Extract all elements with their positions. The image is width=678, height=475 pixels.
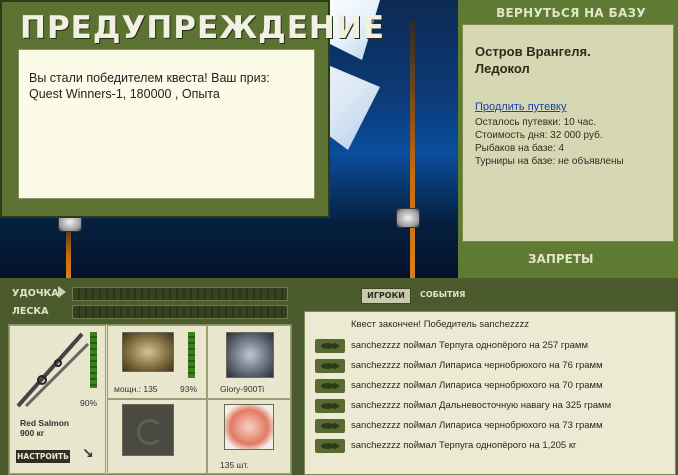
dialog-title: ПРЕДУПРЕЖДЕНИЕ xyxy=(20,10,385,46)
tab-events[interactable]: СОБЫТИЯ xyxy=(420,290,465,299)
base-name: Остров Врангеля. Ледокол xyxy=(475,43,591,77)
dialog-message: Вы стали победителем квеста! Ваш приз: Q… xyxy=(18,49,315,199)
events-log: Квест закончен! Победитель sanchezzzz sa… xyxy=(304,311,676,475)
adjust-button[interactable]: НАСТРОИТЬ xyxy=(16,450,70,463)
reel-power: мощн.: 135 xyxy=(114,384,158,394)
reel-right xyxy=(396,208,420,228)
line-tension-label: ЛЕСКА xyxy=(12,306,49,317)
tension-pointer-icon xyxy=(58,286,66,298)
base-info-box: Остров Врангеля. Ледокол Продлить путевк… xyxy=(462,24,674,242)
fishing-rod-right[interactable] xyxy=(410,20,415,278)
line-name: Glory-900Ti xyxy=(220,384,265,394)
rod-slot[interactable]: 90% Red Salmon 900 кг НАСТРОИТЬ ↘ xyxy=(9,325,106,474)
base-name-line2: Ледокол xyxy=(475,61,530,76)
reel-condition: 93% xyxy=(180,384,198,394)
refresh-icon xyxy=(137,419,163,445)
reel-icon xyxy=(122,332,174,372)
base-name-line1: Остров Врангеля. xyxy=(475,44,591,59)
fish-icon xyxy=(315,379,345,393)
events-panel: ИГРОКИ СОБЫТИЯ Квест закончен! Победител… xyxy=(298,278,678,475)
extend-trip-link[interactable]: Продлить путевку xyxy=(475,101,566,113)
base-info-panel: ВЕРНУТЬСЯ НА БАЗУ Остров Врангеля. Ледок… xyxy=(458,0,678,278)
catch-message: sanchezzzz поймал Липариса чернобрюхого … xyxy=(351,380,603,391)
fish-icon xyxy=(315,339,345,353)
catch-message: sanchezzzz поймал Липариса чернобрюхого … xyxy=(351,420,603,431)
catch-message: sanchezzzz поймал Терпуга однопёрого на … xyxy=(351,340,588,351)
shrimp-bait-icon xyxy=(224,404,274,450)
info-day-cost: Стоимость дня: 32 000 руб. xyxy=(475,130,603,141)
fish-icon xyxy=(315,359,345,373)
bait-count: 135 шт. xyxy=(220,460,249,470)
return-to-base-button[interactable]: ВЕРНУТЬСЯ НА БАЗУ xyxy=(466,2,676,22)
line-tension-meter xyxy=(72,305,288,319)
bait-slot[interactable]: 135 шт. xyxy=(207,399,291,474)
reel-slot[interactable]: мощн.: 135 93% xyxy=(107,325,207,399)
tackle-panel: УДОЧКА ЛЕСКА 90% Red Salmon 900 кг НАСТР… xyxy=(0,278,296,475)
info-remaining: Осталось путевки: 10 час. xyxy=(475,117,597,128)
catch-message: sanchezzzz поймал Дальневосточную навагу… xyxy=(351,400,612,411)
line-slot[interactable]: Glory-900Ti xyxy=(207,325,291,399)
fish-icon xyxy=(315,419,345,433)
fish-icon xyxy=(315,439,345,453)
warning-dialog: ПРЕДУПРЕЖДЕНИЕ Вы стали победителем квес… xyxy=(0,0,384,218)
fish-icon xyxy=(315,399,345,413)
rod-tension-meter xyxy=(72,287,288,301)
rod-weight: 900 кг xyxy=(20,428,45,438)
rod-name: Red Salmon xyxy=(20,418,70,428)
catch-message: sanchezzzz поймал Липариса чернобрюхого … xyxy=(351,360,603,371)
info-tournaments: Турниры на базе: не объявлены xyxy=(475,156,624,167)
arrow-icon[interactable]: ↘ xyxy=(82,446,94,462)
empty-slot[interactable] xyxy=(107,399,207,474)
reel-condition-bar xyxy=(188,332,195,378)
rod-tension-label: УДОЧКА xyxy=(12,288,59,299)
empty-slot-icon xyxy=(122,404,174,456)
rod-condition-bar xyxy=(90,332,97,388)
rod-condition: 90% xyxy=(80,398,98,408)
line-spool-icon xyxy=(226,332,274,378)
info-anglers: Рыбаков на базе: 4 xyxy=(475,143,565,154)
bans-button[interactable]: ЗАПРЕТЫ xyxy=(528,252,593,266)
tackle-grid: 90% Red Salmon 900 кг НАСТРОИТЬ ↘ мощн.:… xyxy=(8,324,292,475)
catch-message: sanchezzzz поймал Терпуга однопёрого на … xyxy=(351,440,577,451)
quest-finished-message: Квест закончен! Победитель sanchezzzz xyxy=(351,319,530,330)
tab-players[interactable]: ИГРОКИ xyxy=(361,288,411,304)
